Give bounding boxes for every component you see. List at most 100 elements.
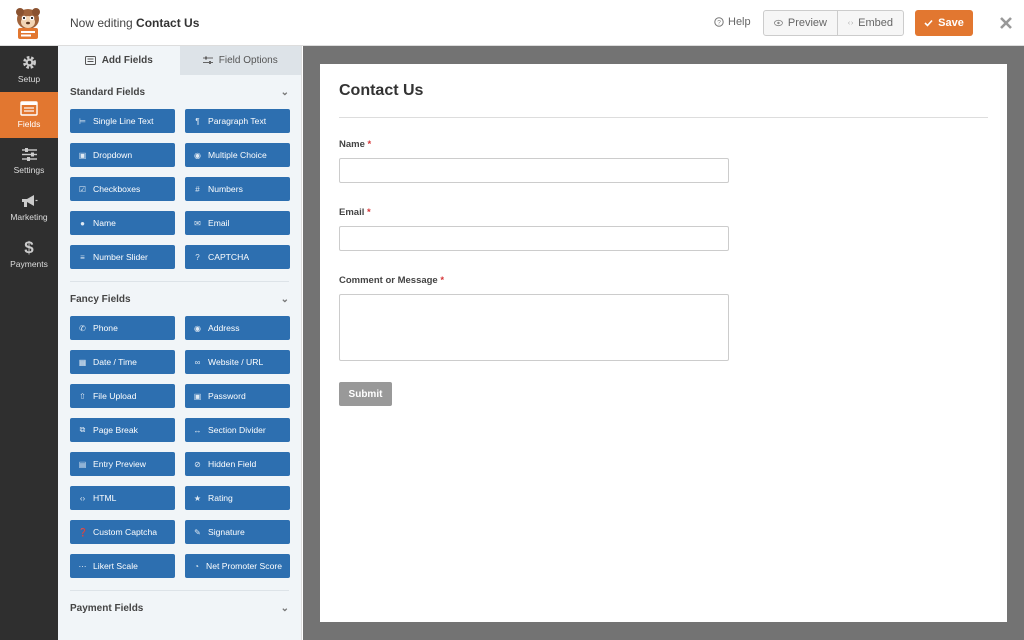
nav-marketing[interactable]: Marketing [0, 184, 58, 230]
tab-add-fields[interactable]: Add Fields [58, 46, 180, 75]
nav-fields[interactable]: Fields [0, 92, 58, 138]
help-link[interactable]: ? Help [714, 16, 751, 28]
embed-button[interactable]: Embed [837, 11, 903, 35]
question-icon: ? [195, 252, 200, 262]
user-icon: ● [80, 218, 85, 228]
field-button-single-line-text[interactable]: ⊨ Single Line Text [70, 109, 175, 133]
field-label: Rating [208, 493, 233, 503]
field-label: Address [208, 323, 240, 333]
preview-button[interactable]: Preview [764, 11, 837, 35]
slider-icon: ≡ [80, 252, 85, 262]
field-button-website-url[interactable]: ∞ Website / URL [185, 350, 290, 374]
save-button[interactable]: Save [915, 10, 973, 36]
field-label: Date / Time [93, 357, 137, 367]
editing-title: Now editing Contact Us [70, 16, 199, 30]
field-button-numbers[interactable]: # Numbers [185, 177, 290, 201]
chevron-down-icon[interactable]: ⌄ [281, 603, 289, 614]
file-icon: ▤ [78, 459, 87, 469]
code-icon [848, 21, 854, 25]
tab-field-options[interactable]: Field Options [179, 46, 301, 75]
name-input[interactable] [339, 158, 729, 183]
pen-icon: ✎ [194, 527, 201, 537]
field-button-likert-scale[interactable]: ⋯ Likert Scale [70, 554, 175, 578]
top-bar: Now editing Contact Us ? Help Preview Em… [0, 0, 1024, 46]
comment-textarea[interactable] [339, 294, 729, 361]
field-label: HTML [93, 493, 117, 503]
nav-setup[interactable]: Setup [0, 46, 58, 92]
nav-payments[interactable]: $ Payments [0, 230, 58, 276]
dollar-icon: $ [24, 238, 34, 256]
form-title[interactable]: Contact Us [339, 82, 423, 100]
nav-settings[interactable]: Settings [0, 138, 58, 184]
help-label: Help [728, 16, 751, 28]
field-button-dropdown[interactable]: ▣ Dropdown [70, 143, 175, 167]
section-header[interactable]: Payment Fields ⌄ [70, 591, 289, 625]
section-title: Standard Fields [70, 86, 146, 98]
field-button-signature[interactable]: ✎ Signature [185, 520, 290, 544]
fields-icon [20, 101, 38, 116]
field-label: Likert Scale [93, 561, 138, 571]
field-button-email[interactable]: ✉ Email [185, 211, 290, 235]
field-button-multiple-choice[interactable]: ◉ Multiple Choice [185, 143, 290, 167]
field-label-text: Comment or Message [339, 275, 438, 286]
field-label: Section Divider [208, 425, 266, 435]
phone-icon: ✆ [79, 323, 86, 333]
radio-icon: ◉ [194, 150, 201, 160]
field-button-rating[interactable]: ★ Rating [185, 486, 290, 510]
email-field-label[interactable]: Email * [339, 207, 371, 218]
field-button-checkboxes[interactable]: ☑ Checkboxes [70, 177, 175, 201]
email-input[interactable] [339, 226, 729, 251]
eye-slash-icon: ⊘ [194, 459, 201, 469]
chevron-down-icon[interactable]: ⌄ [281, 87, 289, 98]
hash-icon: # [195, 184, 200, 194]
builder-sidebar: Setup Fields Settings Marketing $ Paymen… [0, 46, 58, 640]
section-header[interactable]: Standard Fields ⌄ [70, 75, 289, 109]
nav-setup-label: Setup [17, 74, 41, 84]
field-button-password[interactable]: ▣ Password [185, 384, 290, 408]
paragraph-icon: ¶ [195, 116, 200, 126]
field-button-page-break[interactable]: ⧉ Page Break [70, 418, 175, 442]
field-button-paragraph-text[interactable]: ¶ Paragraph Text [185, 109, 290, 133]
comment-field-label[interactable]: Comment or Message * [339, 275, 444, 286]
submit-button[interactable]: Submit [339, 382, 392, 406]
field-label: Dropdown [93, 150, 133, 160]
field-button-section-divider[interactable]: ↔ Section Divider [185, 418, 290, 442]
field-button-entry-preview[interactable]: ▤ Entry Preview [70, 452, 175, 476]
field-label: Single Line Text [93, 116, 154, 126]
field-button-number-slider[interactable]: ≡ Number Slider [70, 245, 175, 269]
field-button-net-promoter-score[interactable]: ◔ Net Promoter Score [185, 554, 290, 578]
standard-fields-grid: ⊨ Single Line Text ¶ Paragraph Text ▣ Dropd… [70, 109, 290, 269]
sliders-icon [21, 148, 37, 161]
field-button-captcha[interactable]: ? CAPTCHA [185, 245, 290, 269]
field-label: Custom Captcha [93, 527, 158, 537]
chevron-down-icon[interactable]: ⌄ [281, 294, 289, 305]
section-header[interactable]: Fancy Fields ⌄ [70, 282, 289, 316]
close-icon[interactable] [996, 13, 1016, 33]
svg-text:$: $ [24, 238, 34, 256]
title-divider [339, 117, 988, 118]
tab-add-fields-label: Add Fields [101, 55, 153, 66]
field-label: Phone [93, 323, 118, 333]
star-icon: ★ [193, 493, 202, 503]
field-button-name[interactable]: ● Name [70, 211, 175, 235]
section-fancy-fields: Fancy Fields ⌄ ✆ Phone ◉ Address ▦ Date / T… [58, 282, 301, 591]
map-pin-icon: ◉ [194, 323, 201, 333]
field-button-html[interactable]: ‹› HTML [70, 486, 175, 510]
field-button-hidden-field[interactable]: ⊘ Hidden Field [185, 452, 290, 476]
arrows-h-icon: ↔ [193, 425, 202, 435]
field-label: Numbers [208, 184, 243, 194]
field-button-address[interactable]: ◉ Address [185, 316, 290, 340]
section-title: Fancy Fields [70, 293, 131, 305]
field-button-file-upload[interactable]: ⇧ File Upload [70, 384, 175, 408]
field-label: Email [208, 218, 230, 228]
section-payment-fields: Payment Fields ⌄ [58, 591, 301, 625]
name-field-label[interactable]: Name * [339, 139, 371, 150]
list-icon [84, 56, 96, 65]
required-marker: * [367, 207, 371, 218]
field-button-custom-captcha[interactable]: ❓ Custom Captcha [70, 520, 175, 544]
nav-marketing-label: Marketing [10, 211, 48, 222]
field-button-phone[interactable]: ✆ Phone [70, 316, 175, 340]
field-label: Name [93, 218, 116, 228]
field-label: Net Promoter Score [206, 561, 282, 571]
field-button-date-time[interactable]: ▦ Date / Time [70, 350, 175, 374]
